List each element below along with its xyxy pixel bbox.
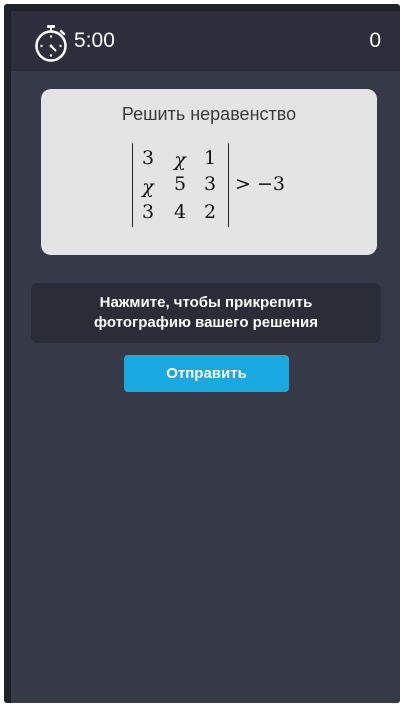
timer-text: 5:00 — [74, 29, 115, 52]
stopwatch-icon — [35, 25, 67, 62]
matrix-cell: 1 — [203, 147, 217, 169]
matrix-cell: χ — [174, 149, 186, 171]
matrix-cell: 4 — [173, 201, 187, 223]
top-bar: 5:00 0 — [11, 11, 400, 71]
matrix-cell: 5 — [173, 173, 187, 195]
matrix-cell: 3 — [141, 201, 155, 223]
inequality-rhs: > −3 — [235, 173, 285, 195]
attach-line-1: Нажмите, чтобы прикрепить — [99, 294, 313, 311]
attach-photo-label: Нажмите, чтобы прикрепить фотографию ваш… — [94, 293, 318, 333]
task-title: Решить неравенство — [121, 104, 297, 124]
score-counter: 0 — [369, 29, 381, 52]
attach-line-2: фотографию вашего решения — [93, 314, 319, 331]
task-card: Решить неравенство 3 χ 1 χ 5 3 3 4 2 > −… — [41, 89, 377, 255]
matrix-cell: 3 — [141, 147, 155, 169]
app-screen: 5:00 0 Решить неравенство 3 χ 1 χ 5 3 3 … — [11, 11, 400, 703]
matrix-cell: 3 — [203, 173, 217, 195]
determinant-matrix: 3 χ 1 χ 5 3 3 4 2 — [132, 143, 229, 227]
matrix-cell: χ — [142, 176, 154, 198]
app-frame: 5:00 0 Решить неравенство 3 χ 1 χ 5 3 3 … — [4, 4, 400, 703]
attach-photo-button[interactable]: Нажмите, чтобы прикрепить фотографию ваш… — [31, 283, 381, 343]
submit-button[interactable]: Отправить — [124, 355, 289, 392]
matrix-cell: 2 — [203, 201, 217, 223]
